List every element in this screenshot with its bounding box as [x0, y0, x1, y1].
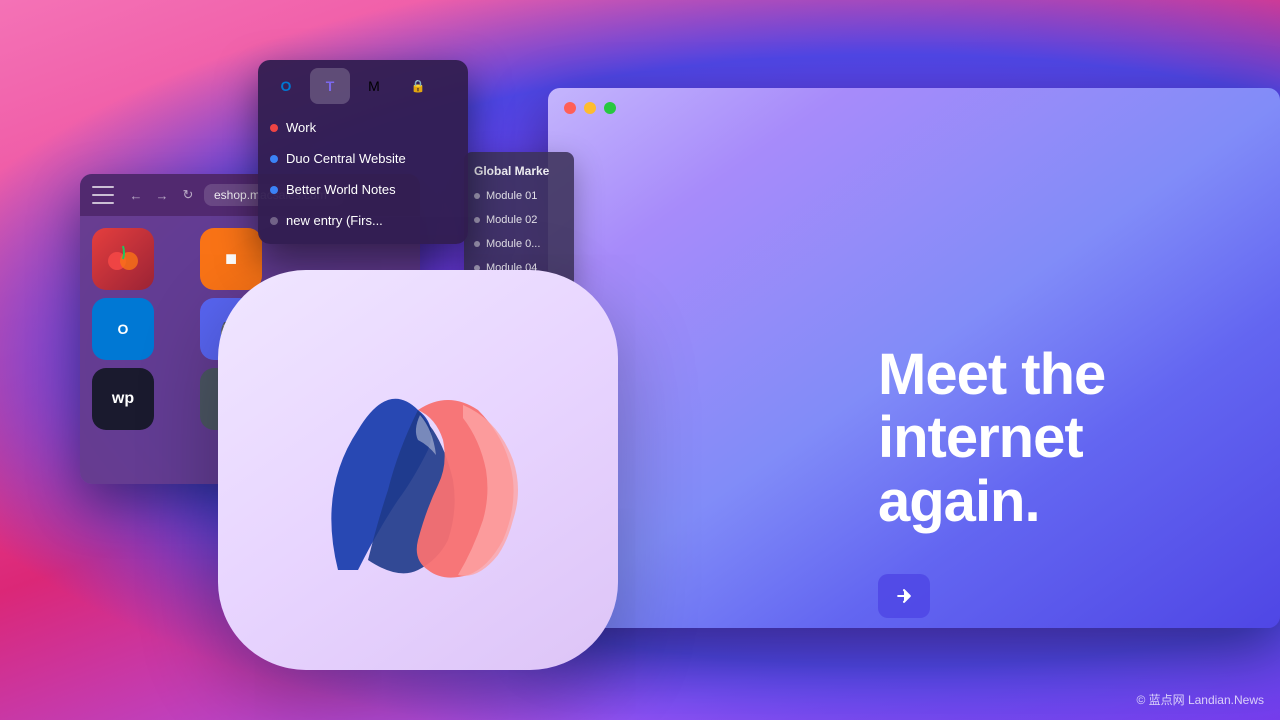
refresh-button[interactable]: ↻	[178, 185, 198, 205]
modules-panel: Global Marke Module 01 Module 02 Module …	[464, 152, 574, 288]
traffic-light-red[interactable]	[564, 102, 576, 114]
grid-icon-outlook[interactable]: O	[92, 298, 154, 360]
traffic-light-green[interactable]	[604, 102, 616, 114]
module-dot-03	[474, 241, 480, 247]
switcher-item-notes[interactable]: Better World Notes	[258, 174, 468, 205]
main-browser-titlebar	[548, 88, 1280, 128]
tab-app[interactable]: M	[354, 68, 394, 104]
modules-header: Global Marke	[464, 160, 574, 184]
switcher-label-duo: Duo Central Website	[286, 151, 406, 166]
switcher-dot-duo	[270, 155, 278, 163]
switcher-dot-work	[270, 124, 278, 132]
arc-app-logo	[258, 310, 578, 630]
cherry-icon	[105, 241, 141, 277]
tab-teams[interactable]: T	[310, 68, 350, 104]
module-dot-02	[474, 217, 480, 223]
arrow-right-icon	[894, 586, 914, 606]
main-headline: Meet the internet again.	[878, 343, 1220, 534]
module-item-02[interactable]: Module 02	[464, 208, 574, 232]
sidebar-toggle-icon[interactable]	[92, 186, 114, 204]
app-icon-wrapper	[218, 270, 618, 670]
switcher-item-work[interactable]: Work	[258, 112, 468, 143]
traffic-light-yellow[interactable]	[584, 102, 596, 114]
switcher-label-work: Work	[286, 120, 316, 135]
switcher-item-duo[interactable]: Duo Central Website	[258, 143, 468, 174]
watermark: © 蓝点网 Landian.News	[1136, 691, 1264, 708]
back-button[interactable]: ←	[126, 185, 146, 205]
switcher-item-new[interactable]: new entry (Firs...	[258, 205, 468, 236]
switcher-label-notes: Better World Notes	[286, 182, 396, 197]
grid-icon-wp[interactable]: wp	[92, 368, 154, 430]
module-dot-01	[474, 193, 480, 199]
tab-outlook[interactable]: O	[266, 68, 306, 104]
forward-button[interactable]: →	[152, 185, 172, 205]
module-item-03[interactable]: Module 0...	[464, 232, 574, 256]
module-item-01[interactable]: Module 01	[464, 184, 574, 208]
app-switcher-list: Work Duo Central Website Better World No…	[258, 104, 468, 244]
app-switcher-panel: O T M 🔒 Work Duo Central Website Better …	[258, 60, 468, 244]
cta-arrow-button[interactable]	[878, 574, 930, 618]
app-switcher-tabs: O T M 🔒	[258, 60, 468, 104]
grid-icon-cherry[interactable]	[92, 228, 154, 290]
main-browser-window: Meet the internet again.	[548, 88, 1280, 628]
main-browser-content: Meet the internet again.	[548, 128, 1280, 618]
switcher-dot-notes	[270, 186, 278, 194]
app-icon-background	[218, 270, 618, 670]
switcher-label-new: new entry (Firs...	[286, 213, 383, 228]
tab-lock[interactable]: 🔒	[398, 68, 438, 104]
switcher-dot-new	[270, 217, 278, 225]
